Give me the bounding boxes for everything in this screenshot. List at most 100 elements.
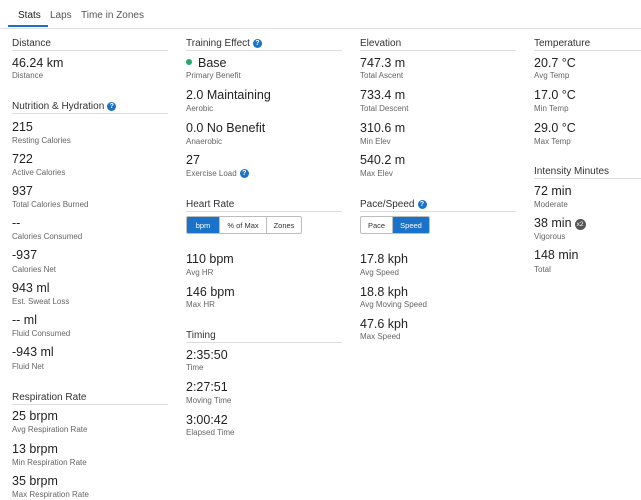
respiration-title: Respiration Rate [12,392,87,403]
stat-label: Time [186,363,204,372]
training-effect-title: Training Effect [186,38,250,49]
stat-label: Max HR [186,300,215,309]
stat-value: 110 bpm [186,252,234,266]
timing-title: Timing [186,330,216,341]
divider [12,113,168,114]
tab-time-in-zones[interactable]: Time in Zones [81,10,144,21]
stat-value: 3:00:42 [186,413,228,427]
zones-toggle-button[interactable]: Zones [267,217,301,233]
divider [186,342,342,343]
stat-label: Vigorous [534,232,566,241]
percent-max-toggle-button[interactable]: % of Max [220,217,267,233]
stat-value: 2:27:51 [186,380,228,394]
stat-label: Total Descent [360,104,409,113]
info-icon[interactable]: ? [417,200,427,209]
intensity-minutes-title: Intensity Minutes [534,166,610,177]
divider [534,50,641,51]
stat-label: Moving Time [186,396,232,405]
stat-value: 937 [12,184,33,198]
stat-label: Est. Sweat Loss [12,297,70,306]
stat-label: Total Ascent [360,71,404,80]
benefit-status-dot [186,59,192,65]
stat-label: Avg HR [186,268,214,277]
stat-label: Avg Speed [360,268,399,277]
pace-toggle-button[interactable]: Pace [361,217,393,233]
tab-bar: Stats Laps Time in Zones [0,0,641,29]
stat-value: -- [12,216,21,230]
speed-toggle-button[interactable]: Speed [393,217,429,233]
stat-value: -943 ml [12,345,54,359]
stat-label: Fluid Net [12,362,45,371]
stat-value: 733.4 m [360,88,406,102]
stat-value: 25 brpm [12,409,58,423]
stat-label: Elapsed Time [186,428,235,437]
stat-label: Moderate [534,200,568,209]
info-icon[interactable]: ? [252,39,262,48]
stat-label: Aerobic [186,104,214,113]
stat-label: Total [534,265,551,274]
active-tab-indicator [8,25,48,27]
stat-value: 38 min [534,216,572,230]
pace-speed-toggle: Pace Speed [360,216,430,234]
stat-label: Max Respiration Rate [12,490,89,499]
divider [360,211,516,212]
stat-value: 13 brpm [12,442,58,456]
stat-value: Base [198,56,227,70]
stat-value: 18.8 kph [360,285,408,299]
distance-value: 46.24 km [12,56,64,70]
elevation-title: Elevation [360,38,402,49]
stat-value: 17.0 °C [534,88,576,102]
stat-value: 0.0 No Benefit [186,121,266,135]
stat-label: Resting Calories [12,136,71,145]
stat-label: Max Temp [534,137,571,146]
stat-label: Active Calories [12,168,66,177]
stat-label: Exercise Load [186,169,237,178]
stat-value: 72 min [534,184,572,198]
info-icon[interactable]: ? [239,169,249,178]
nutrition-title: Nutrition & Hydration [12,101,105,112]
divider [360,50,516,51]
stat-label: Calories Consumed [12,232,83,241]
stat-value: 943 ml [12,281,50,295]
heart-rate-unit-toggle: bpm % of Max Zones [186,216,302,234]
bpm-toggle-button[interactable]: bpm [187,217,220,233]
stat-label: Min Respiration Rate [12,458,87,467]
stat-label: Max Speed [360,332,401,341]
temperature-title: Temperature [534,38,591,49]
stat-value: -937 [12,248,38,262]
pace-speed-title: Pace/Speed [360,199,415,210]
heart-rate-title: Heart Rate [186,199,235,210]
stat-value: 722 [12,152,33,166]
distance-label: Distance [12,71,44,80]
stat-value: 215 [12,120,33,134]
stat-value: 35 brpm [12,474,58,488]
stat-label: Max Elev [360,169,393,178]
tab-laps[interactable]: Laps [50,10,72,21]
divider [186,211,342,212]
divider [534,178,641,179]
stat-value: 17.8 kph [360,252,408,266]
distance-title: Distance [12,38,51,49]
stat-value: 310.6 m [360,121,406,135]
stat-label: Avg Moving Speed [360,300,428,309]
stat-value: 148 min [534,248,579,262]
stat-value: 747.3 m [360,56,406,70]
tab-stats[interactable]: Stats [18,10,41,21]
stat-label: Calories Net [12,265,57,274]
divider [12,50,168,51]
stat-label: Anaerobic [186,137,223,146]
divider [12,404,168,405]
stat-value: 27 [186,153,200,167]
stat-value: 2:35:50 [186,348,228,362]
stat-label: Avg Respiration Rate [12,425,88,434]
stat-label: Avg Temp [534,71,570,80]
stat-value: 540.2 m [360,153,406,167]
info-icon[interactable]: ? [107,102,117,111]
multiplier-badge: x2 [574,219,586,230]
stat-value: 47.6 kph [360,317,408,331]
divider [186,50,342,51]
stat-label: Min Temp [534,104,569,113]
stat-value: -- ml [12,313,37,327]
stat-value: 20.7 °C [534,56,576,70]
stat-label: Min Elev [360,137,391,146]
